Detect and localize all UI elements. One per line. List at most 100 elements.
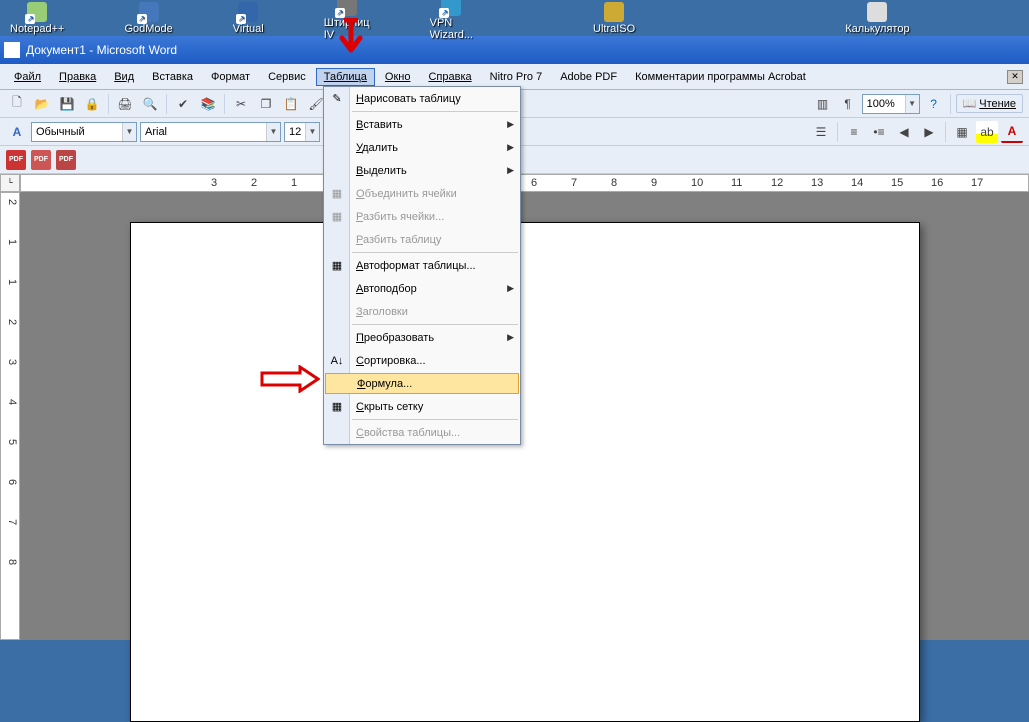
preview-button[interactable]: 🔍: [139, 93, 161, 115]
save-button[interactable]: 💾: [56, 93, 78, 115]
desktop-icon-virtual[interactable]: ↗Virtual: [233, 2, 264, 35]
menu-item-вставить[interactable]: Вставить▶: [324, 113, 520, 136]
pdf-mail-button[interactable]: PDF: [31, 150, 51, 170]
font-size-combo[interactable]: ▼: [284, 122, 320, 142]
menu-file[interactable]: Файл: [6, 68, 49, 86]
menu-item-удалить[interactable]: Удалить ▶: [324, 136, 520, 159]
open-button[interactable]: 📂: [31, 93, 53, 115]
menu-item-преобразовать[interactable]: Преобразовать ▶: [324, 326, 520, 349]
menu-tools[interactable]: Сервис: [260, 68, 314, 86]
increase-indent-button[interactable]: ▶: [918, 121, 940, 143]
permission-button[interactable]: 🔒: [81, 93, 103, 115]
menu-item-выделить[interactable]: Выделить ▶: [324, 159, 520, 182]
menu-icon: ▦: [328, 208, 346, 226]
menu-item-label: Объединить ячейки: [356, 188, 457, 200]
menu-icon: ✎: [328, 90, 346, 108]
menu-item-нарисовать-таблицу[interactable]: ✎ Нарисовать таблицу: [324, 87, 520, 110]
menu-item-label: Автоформат таблицы...: [356, 260, 476, 272]
menu-item-label: Заголовки: [356, 306, 408, 318]
menu-item-label: Удалить: [356, 142, 398, 154]
menu-item-label: Скрыть сетку: [356, 401, 423, 413]
menu-icon: ▦: [328, 398, 346, 416]
copy-button[interactable]: ❐: [255, 93, 277, 115]
menu-item-заголовки: Заголовки: [324, 300, 520, 323]
desktop-icon-ultraiso[interactable]: UltraISO: [593, 2, 635, 35]
menu-format[interactable]: Формат: [203, 68, 258, 86]
columns-button[interactable]: ▥: [812, 93, 834, 115]
document-page[interactable]: [130, 222, 920, 722]
submenu-arrow-icon: ▶: [507, 283, 514, 294]
titlebar: Документ1 - Microsoft Word: [0, 36, 1029, 64]
menu-window[interactable]: Окно: [377, 68, 419, 86]
menu-acrobat-comments[interactable]: Комментарии программы Acrobat: [627, 68, 814, 86]
menu-item-label: Свойства таблицы...: [356, 427, 460, 439]
menu-item-скрыть-сетку[interactable]: ▦ Скрыть сетку: [324, 395, 520, 418]
menu-item-сортировка-[interactable]: A↓Сортировка...: [324, 349, 520, 372]
font-color-button[interactable]: A: [1001, 121, 1023, 143]
paste-button[interactable]: 📋: [280, 93, 302, 115]
menu-item-свойства-таблицы-: Свойства таблицы...: [324, 421, 520, 444]
menu-item-label: Разбить ячейки...: [356, 211, 444, 223]
menu-item-разбить-ячейки-: ▦ Разбить ячейки...: [324, 205, 520, 228]
highlight-button[interactable]: ab: [976, 121, 998, 143]
menu-item-автоформат-таблицы-[interactable]: ▦ Автоформат таблицы...: [324, 254, 520, 277]
pdf-review-button[interactable]: PDF: [56, 150, 76, 170]
spellcheck-button[interactable]: ✔: [172, 93, 194, 115]
menu-icon: ▦: [328, 185, 346, 203]
desktop: ↗Notepad++ ↗GodMode ↗Virtual ↗Штирлиц IV…: [0, 0, 1029, 36]
menu-table[interactable]: Таблица: [316, 68, 375, 86]
research-button[interactable]: 📚: [197, 93, 219, 115]
menu-view[interactable]: Вид: [106, 68, 142, 86]
menu-adobe[interactable]: Adobe PDF: [552, 68, 625, 86]
word-doc-icon: [4, 42, 20, 58]
horizontal-ruler[interactable]: 3211234567891011121314151617: [20, 174, 1029, 192]
pdf-convert-button[interactable]: PDF: [6, 150, 26, 170]
borders-button[interactable]: ▦: [951, 121, 973, 143]
help-button[interactable]: ?: [923, 93, 945, 115]
menu-item-автоподбор[interactable]: Автоподбор ▶: [324, 277, 520, 300]
menu-item-label: Формула...: [357, 378, 412, 390]
menu-help[interactable]: Справка: [420, 68, 479, 86]
menu-edit[interactable]: Правка: [51, 68, 104, 86]
menu-item-label: Автоподбор: [356, 283, 417, 295]
menu-item-label: Вставить: [356, 119, 403, 131]
print-button[interactable]: 🖨: [114, 93, 136, 115]
annotation-arrow-down: [336, 18, 366, 68]
desktop-icon-notepad[interactable]: ↗Notepad++: [10, 2, 64, 35]
menu-item-label: Выделить: [356, 165, 407, 177]
submenu-arrow-icon: ▶: [507, 165, 514, 176]
numbered-list-button[interactable]: ≡: [843, 121, 865, 143]
doc-close-button[interactable]: ✕: [1007, 70, 1023, 84]
menu-item-label: Разбить таблицу: [356, 234, 441, 246]
desktop-icon-godmode[interactable]: ↗GodMode: [124, 2, 172, 35]
styles-pane-button[interactable]: A: [6, 121, 28, 143]
line-spacing-button[interactable]: ☰: [810, 121, 832, 143]
submenu-arrow-icon: ▶: [507, 142, 514, 153]
window-title: Документ1 - Microsoft Word: [26, 43, 177, 57]
paragraph-marks-button[interactable]: ¶: [837, 93, 859, 115]
tab-selector[interactable]: └: [0, 174, 20, 192]
cut-button[interactable]: ✂: [230, 93, 252, 115]
decrease-indent-button[interactable]: ◀: [893, 121, 915, 143]
menu-item-label: Преобразовать: [356, 332, 434, 344]
zoom-combo[interactable]: ▼: [862, 94, 920, 114]
menu-icon: ▦: [328, 257, 346, 275]
font-combo[interactable]: ▼: [140, 122, 281, 142]
menu-nitro[interactable]: Nitro Pro 7: [482, 68, 551, 86]
menu-item-разбить-таблицу: Разбить таблицу: [324, 228, 520, 251]
bulleted-list-button[interactable]: •≡: [868, 121, 890, 143]
desktop-icon-calc[interactable]: Калькулятор: [845, 2, 909, 35]
document-canvas[interactable]: [20, 192, 1029, 640]
desktop-icon-vpn[interactable]: ↗VPN Wizard...: [430, 0, 473, 41]
vertical-ruler[interactable]: 2112345678: [0, 192, 20, 640]
annotation-arrow-right: [260, 365, 320, 393]
reading-mode-button[interactable]: 📖 Чтение: [956, 94, 1023, 113]
menu-icon: A↓: [328, 352, 346, 370]
menu-item-объединить-ячейки: ▦ Объединить ячейки: [324, 182, 520, 205]
submenu-arrow-icon: ▶: [507, 332, 514, 343]
menu-insert[interactable]: Вставка: [144, 68, 201, 86]
style-combo[interactable]: ▼: [31, 122, 137, 142]
new-doc-button[interactable]: 🗋: [6, 93, 28, 115]
menu-item-формула-[interactable]: Формула...: [325, 373, 519, 394]
menu-item-label: Нарисовать таблицу: [356, 93, 461, 105]
